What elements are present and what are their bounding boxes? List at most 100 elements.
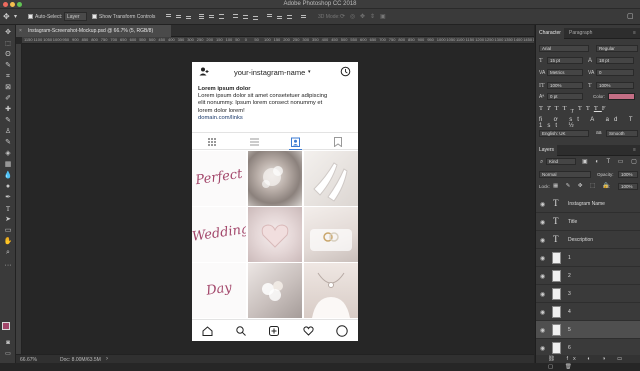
tracking-select[interactable]: 0 bbox=[596, 69, 634, 76]
auto-select-dropdown[interactable]: Layer bbox=[64, 12, 87, 21]
visibility-eye-icon[interactable]: ◉ bbox=[540, 309, 545, 316]
3d-slide-icon[interactable]: ⇕ bbox=[370, 13, 375, 20]
distribute-right-icon[interactable] bbox=[286, 13, 293, 20]
align-vertical-center-icon[interactable] bbox=[175, 13, 182, 20]
visibility-eye-icon[interactable]: ◉ bbox=[540, 273, 545, 280]
visibility-eye-icon[interactable]: ◉ bbox=[540, 219, 545, 226]
type-tool-icon[interactable]: T bbox=[3, 205, 13, 213]
quick-select-tool-icon[interactable]: ✎ bbox=[3, 62, 13, 70]
horizontal-scale-field[interactable]: 100% bbox=[596, 82, 634, 89]
layer-actions-bar[interactable]: ⛓ fx ◐ ◑ ▭ ▢ 🗑 bbox=[536, 355, 640, 370]
3d-roll-icon[interactable]: ◎ bbox=[350, 13, 355, 20]
marquee-tool-icon[interactable]: ⬚ bbox=[3, 40, 13, 48]
layer-filter-select[interactable]: Kind bbox=[546, 158, 576, 165]
kerning-select[interactable]: Metrics bbox=[547, 69, 583, 76]
clone-stamp-tool-icon[interactable]: ♙ bbox=[3, 128, 13, 136]
type-style-buttons[interactable]: TTTTTTTTF bbox=[539, 105, 639, 114]
3d-scale-icon[interactable]: ▣ bbox=[380, 13, 386, 20]
vertical-scale-field[interactable]: 100% bbox=[547, 82, 583, 89]
zoom-tool-icon[interactable]: ⌕ bbox=[3, 249, 13, 257]
foreground-color-swatch[interactable] bbox=[2, 322, 10, 330]
blur-tool-icon[interactable]: 💧 bbox=[3, 172, 13, 180]
layer-row[interactable]: ◉ 5 bbox=[536, 321, 640, 339]
distribute-top-icon[interactable] bbox=[232, 13, 239, 20]
eyedropper-tool-icon[interactable]: ✐ bbox=[3, 95, 13, 103]
3d-pan-icon[interactable]: ✥ bbox=[360, 13, 365, 20]
distribute-center-icon[interactable] bbox=[242, 13, 249, 20]
chevron-right-icon[interactable]: › bbox=[106, 356, 108, 362]
screen-mode-icon[interactable]: ▭ bbox=[3, 350, 13, 358]
layer-row[interactable]: ◉ T Instagram Name bbox=[536, 195, 640, 213]
more-tools-icon[interactable]: ··· bbox=[3, 262, 13, 270]
align-bottom-icon[interactable] bbox=[185, 13, 192, 20]
tab-character[interactable]: Character bbox=[536, 28, 564, 39]
opentype-buttons[interactable]: ﬁ ơ st A ad T 1st ½ bbox=[539, 117, 639, 129]
dodge-tool-icon[interactable]: ● bbox=[3, 183, 13, 191]
blend-mode-select[interactable]: Normal bbox=[539, 171, 591, 178]
visibility-eye-icon[interactable]: ◉ bbox=[540, 237, 545, 244]
visibility-eye-icon[interactable]: ◉ bbox=[540, 345, 545, 352]
hand-tool-icon[interactable]: ✋ bbox=[3, 238, 13, 246]
font-style-select[interactable]: Regular bbox=[596, 45, 638, 52]
close-tab-icon[interactable]: × bbox=[19, 25, 22, 37]
layer-row[interactable]: ◉ 3 bbox=[536, 285, 640, 303]
text-color-swatch[interactable] bbox=[608, 93, 635, 100]
frame-tool-icon[interactable]: ⊠ bbox=[3, 84, 13, 92]
tab-paragraph[interactable]: Paragraph bbox=[566, 28, 595, 39]
align-right-icon[interactable] bbox=[218, 13, 225, 20]
history-brush-tool-icon[interactable]: ✎ bbox=[3, 139, 13, 147]
instagram-mockup[interactable]: your-instagram-name ▾ Lorem ipsum dolor … bbox=[192, 62, 358, 341]
leading-field[interactable]: 18 pt bbox=[596, 57, 634, 64]
antialias-select[interactable]: Smooth bbox=[606, 130, 638, 137]
align-left-icon[interactable] bbox=[198, 13, 205, 20]
align-top-icon[interactable] bbox=[165, 13, 172, 20]
panel-menu-icon[interactable]: ≡ bbox=[630, 28, 639, 39]
opacity-field[interactable]: 100% bbox=[618, 171, 638, 178]
baseline-shift-field[interactable]: 0 pt bbox=[547, 93, 583, 100]
show-transform-checkbox[interactable] bbox=[92, 14, 97, 19]
layer-name[interactable]: Title bbox=[568, 219, 577, 225]
layer-row[interactable]: ◉ 2 bbox=[536, 267, 640, 285]
font-size-field[interactable]: 15 pt bbox=[547, 57, 583, 64]
3d-orbit-icon[interactable]: ⟳ bbox=[340, 13, 345, 20]
layer-name[interactable]: Description bbox=[568, 237, 593, 243]
visibility-eye-icon[interactable]: ◉ bbox=[540, 291, 545, 298]
layer-row[interactable]: ◉ 1 bbox=[536, 249, 640, 267]
visibility-eye-icon[interactable]: ◉ bbox=[540, 201, 545, 208]
brush-tool-icon[interactable]: ✎ bbox=[3, 117, 13, 125]
layer-name[interactable]: 6 bbox=[568, 345, 571, 351]
layers-menu-icon[interactable]: ≡ bbox=[630, 145, 639, 156]
language-select[interactable]: English: UK bbox=[539, 130, 589, 137]
zoom-level[interactable]: 66.67% bbox=[20, 357, 37, 363]
tab-layers[interactable]: Layers bbox=[536, 145, 558, 156]
layer-name[interactable]: 3 bbox=[568, 291, 571, 297]
layer-row[interactable]: ◉ 6 bbox=[536, 339, 640, 355]
layer-name[interactable]: 2 bbox=[568, 273, 571, 279]
layer-name[interactable]: Instagram Name bbox=[568, 201, 605, 207]
path-selection-tool-icon[interactable]: ➤ bbox=[3, 216, 13, 224]
distribute-hcenter-icon[interactable] bbox=[276, 13, 283, 20]
layer-row[interactable]: ◉ 4 bbox=[536, 303, 640, 321]
crop-tool-icon[interactable]: ⌗ bbox=[3, 73, 13, 81]
distribute-bottom-icon[interactable] bbox=[252, 13, 259, 20]
layer-filter-icons[interactable]: ▣ ◐ T ▭ ▢ bbox=[582, 158, 640, 165]
align-horizontal-center-icon[interactable] bbox=[208, 13, 215, 20]
layer-row[interactable]: ◉ T Description bbox=[536, 231, 640, 249]
chevron-down-icon[interactable]: ▾ bbox=[14, 13, 17, 20]
gradient-tool-icon[interactable]: ▦ bbox=[3, 161, 13, 169]
healing-brush-tool-icon[interactable]: ✚ bbox=[3, 106, 13, 114]
layer-name[interactable]: 5 bbox=[568, 327, 571, 333]
rectangle-tool-icon[interactable]: ▭ bbox=[3, 227, 13, 235]
eraser-tool-icon[interactable]: ◈ bbox=[3, 150, 13, 158]
visibility-eye-icon[interactable]: ◉ bbox=[540, 327, 545, 334]
horizontal-ruler[interactable]: 1150 1100 1050 1000 950 900 850 800 750 700 650 600… bbox=[22, 37, 534, 44]
pen-tool-icon[interactable]: ✒ bbox=[3, 194, 13, 202]
layer-name[interactable]: 4 bbox=[568, 309, 571, 315]
move-tool-icon[interactable]: ✥ bbox=[3, 29, 13, 37]
auto-align-icon[interactable] bbox=[300, 13, 307, 20]
auto-select-checkbox[interactable] bbox=[28, 14, 33, 19]
layer-row[interactable]: ◉ T Title bbox=[536, 213, 640, 231]
layer-name[interactable]: 1 bbox=[568, 255, 571, 261]
visibility-eye-icon[interactable]: ◉ bbox=[540, 255, 545, 262]
lasso-tool-icon[interactable]: ʘ bbox=[3, 51, 13, 59]
